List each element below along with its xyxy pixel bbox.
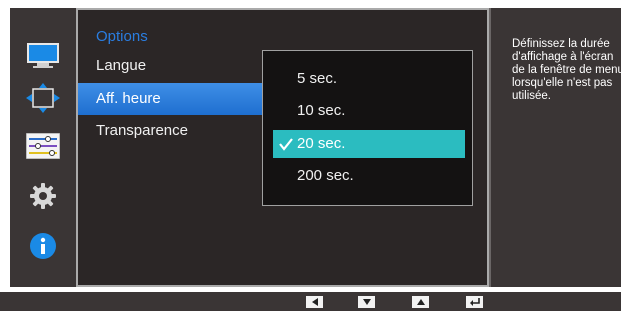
- left-arrow-icon[interactable]: [306, 296, 323, 308]
- display-time-dropdown: 5 sec. 10 sec. 20 sec. 200 sec.: [262, 50, 473, 206]
- options-panel: Options Langue Aff. heure Transparence 5…: [76, 8, 489, 287]
- enter-icon[interactable]: [466, 296, 483, 308]
- osd-menu: Options Langue Aff. heure Transparence 5…: [10, 8, 621, 287]
- up-arrow-icon[interactable]: [412, 296, 429, 308]
- option-5-sec[interactable]: 5 sec.: [273, 65, 465, 93]
- screen-position-icon[interactable]: [10, 76, 76, 120]
- help-text: Définissez la durée d'affichage à l'écra…: [512, 38, 621, 102]
- option-200-sec[interactable]: 200 sec.: [273, 162, 465, 190]
- down-arrow-icon[interactable]: [358, 296, 375, 308]
- help-panel: Définissez la durée d'affichage à l'écra…: [489, 8, 621, 287]
- option-20-sec[interactable]: 20 sec.: [273, 130, 465, 158]
- option-10-sec[interactable]: 10 sec.: [273, 97, 465, 125]
- information-icon[interactable]: [10, 224, 76, 268]
- option-label: 10 sec.: [297, 102, 346, 119]
- option-label: 200 sec.: [297, 167, 354, 184]
- category-sidebar: [10, 8, 76, 287]
- system-gear-icon[interactable]: [10, 174, 76, 218]
- picture-icon[interactable]: [10, 34, 76, 78]
- option-label: 5 sec.: [297, 70, 338, 87]
- menu-item-aff-heure[interactable]: Aff. heure: [78, 83, 263, 115]
- menu-item-langue[interactable]: Langue: [78, 50, 263, 82]
- menu-item-transparence[interactable]: Transparence: [78, 115, 263, 147]
- option-label: 20 sec.: [297, 135, 346, 152]
- panel-title: Options: [96, 28, 148, 45]
- navigation-bar: [0, 292, 621, 311]
- picture-settings-icon[interactable]: [10, 124, 76, 168]
